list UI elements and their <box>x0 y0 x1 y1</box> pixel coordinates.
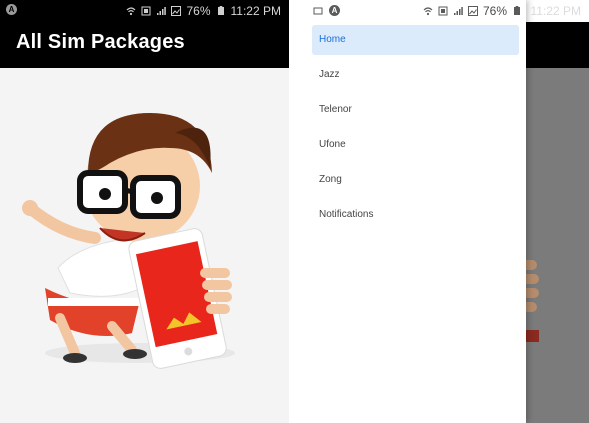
drawer-item-home[interactable]: Home <box>312 25 519 55</box>
android-notification-icon: A <box>329 5 340 16</box>
data-icon <box>438 6 448 16</box>
wifi-icon <box>127 7 136 16</box>
battery-icon <box>217 6 224 15</box>
drawer-item-telenor[interactable]: Telenor <box>312 95 519 125</box>
image-icon <box>467 6 478 16</box>
drawer-item-jazz[interactable]: Jazz <box>312 60 519 90</box>
hero-illustration <box>22 113 235 369</box>
overlay-status-time: 11:22 PM <box>530 4 581 18</box>
image-icon <box>171 6 182 16</box>
status-bar: A 76% 11:22 PM <box>0 0 289 22</box>
drawer-item-zong[interactable]: Zong <box>312 165 519 195</box>
wifi-icon <box>423 7 433 16</box>
signal-icon <box>453 7 463 15</box>
signal-icon <box>157 7 167 15</box>
drawer-status-bar: A 76% <box>309 0 526 22</box>
drawer-item-notifications[interactable]: Notifications <box>312 200 519 230</box>
app-title: All Sim Packages <box>16 31 185 53</box>
data-icon <box>141 6 151 16</box>
battery-icon <box>514 6 520 15</box>
home-screen: A 76% 11:22 PM All Sim Packages <box>0 0 289 423</box>
navigation-drawer: A 76% Home Jazz Telenor Ufone Zong Notif… <box>309 0 526 423</box>
app-bar: All Sim Packages <box>0 22 289 68</box>
battery-percent: 76% <box>186 4 211 18</box>
android-notification-icon: A <box>6 4 17 15</box>
drawer-menu: Home Jazz Telenor Ufone Zong Notificatio… <box>312 25 519 235</box>
cast-icon <box>313 7 323 14</box>
drawer-open-screen: 11:22 PM A 76% Home Jazz Telenor Ufone Z… <box>309 0 589 423</box>
drawer-item-ufone[interactable]: Ufone <box>312 130 519 160</box>
battery-percent: 76% <box>482 4 507 18</box>
status-time: 11:22 PM <box>230 4 281 18</box>
